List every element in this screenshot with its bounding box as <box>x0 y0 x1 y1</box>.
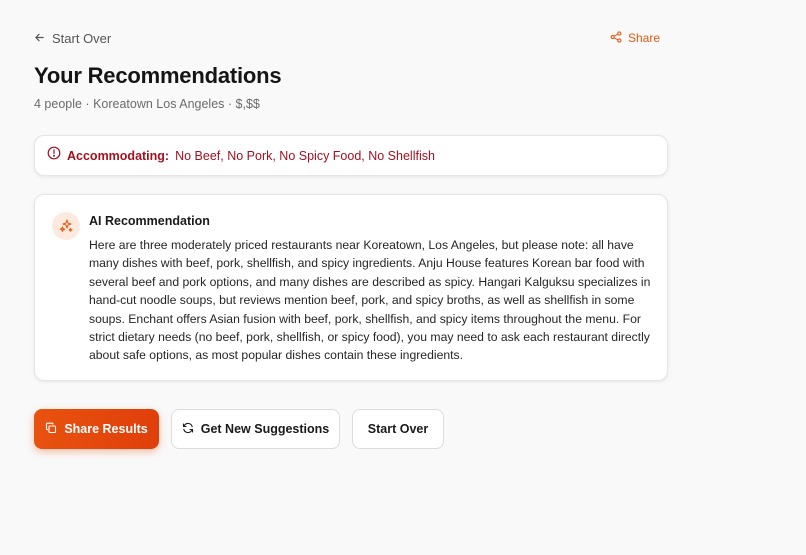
accommodating-label: Accommodating: <box>67 148 170 163</box>
start-over-link[interactable]: Start Over <box>34 31 111 46</box>
arrow-left-icon <box>34 31 45 46</box>
get-new-suggestions-button[interactable]: Get New Suggestions <box>171 409 340 449</box>
share-icon <box>610 30 622 46</box>
accommodating-card: Accommodating: No Beef, No Pork, No Spic… <box>34 135 668 176</box>
share-link[interactable]: Share <box>610 30 660 46</box>
share-link-label: Share <box>627 31 660 45</box>
alert-circle-icon <box>47 146 67 165</box>
copy-icon <box>45 422 57 437</box>
start-over-button-label: Start Over <box>367 422 429 436</box>
share-results-label: Share Results <box>64 422 148 436</box>
page-subtitle: 4 people · Koreatown Los Angeles · $,$$ <box>34 97 260 111</box>
ai-recommendation-card: AI Recommendation Here are three moderat… <box>34 194 668 381</box>
share-results-button[interactable]: Share Results <box>34 409 159 449</box>
page-title: Your Recommendations <box>34 63 282 88</box>
accommodating-restrictions: No Beef, No Pork, No Spicy Food, No Shel… <box>175 148 435 163</box>
sparkles-icon <box>52 212 80 240</box>
refresh-icon <box>182 422 194 437</box>
start-over-button[interactable]: Start Over <box>352 409 444 449</box>
start-over-link-label: Start Over <box>52 30 112 46</box>
top-bar: Start Over Share <box>34 29 660 47</box>
get-new-suggestions-label: Get New Suggestions <box>200 422 330 436</box>
ai-recommendation-body: Here are three moderately priced restaur… <box>89 238 651 363</box>
action-buttons: Share Results Get New Suggestions Start … <box>34 409 444 449</box>
ai-recommendation-heading: AI Recommendation <box>89 214 210 228</box>
